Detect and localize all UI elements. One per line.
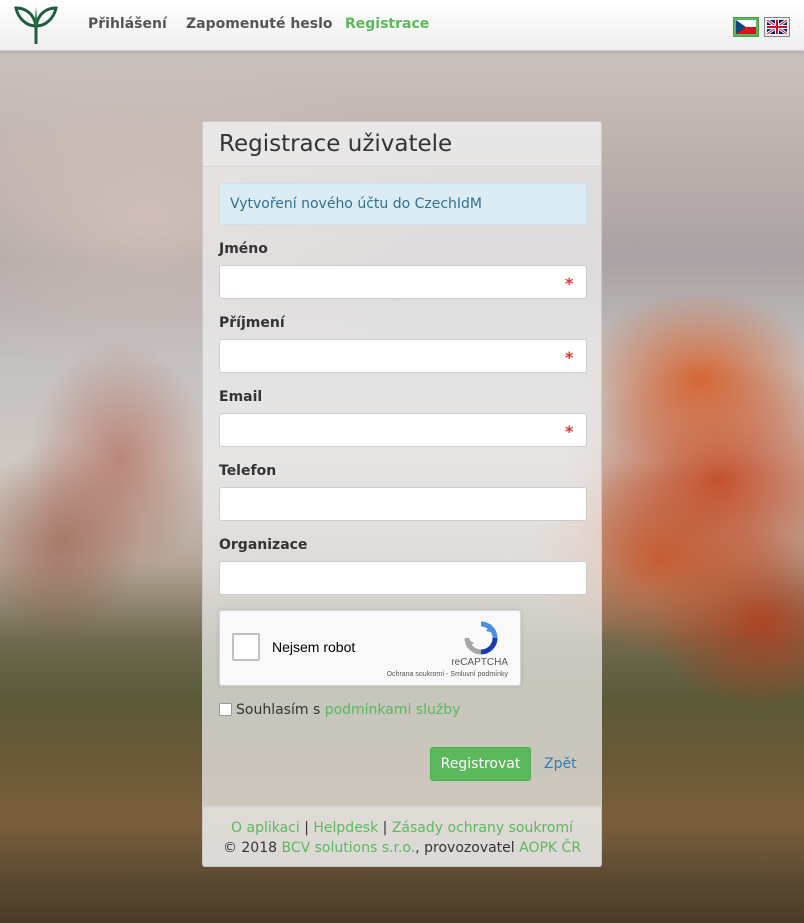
first-name-label: Jméno xyxy=(219,241,268,257)
vendor-link[interactable]: BCV solutions s.r.o. xyxy=(281,840,415,856)
page-title: Registrace uživatele xyxy=(219,131,453,157)
copyright-text: © 2018 xyxy=(222,840,282,856)
recaptcha-brand: reCAPTCHA xyxy=(451,657,508,668)
recaptcha-logo-icon xyxy=(464,621,498,655)
phone-label: Telefon xyxy=(219,463,277,479)
back-link[interactable]: Zpět xyxy=(544,747,577,781)
operator-link[interactable]: AOPK ČR xyxy=(519,840,581,856)
about-link[interactable]: O aplikaci xyxy=(231,820,300,836)
registration-panel: Registrace uživatele Vytvoření nového úč… xyxy=(202,121,602,867)
last-name-label: Příjmení xyxy=(219,315,285,331)
recaptcha-checkbox[interactable] xyxy=(232,633,260,661)
footer-separator: | xyxy=(304,820,309,836)
top-navbar: Přihlášení Zapomenuté heslo Registrace xyxy=(0,0,804,51)
nav-forgot-password-link[interactable]: Zapomenuté heslo xyxy=(186,16,333,32)
recaptcha-label: Nejsem robot xyxy=(272,639,356,655)
operator-prefix: , provozovatel xyxy=(415,840,520,856)
terms-agreement: Souhlasím s podmínkami služby xyxy=(219,702,460,722)
required-marker: * xyxy=(565,348,574,367)
last-name-input[interactable] xyxy=(219,339,587,373)
footer-copyright: © 2018 BCV solutions s.r.o., provozovate… xyxy=(203,838,601,858)
terms-link[interactable]: podmínkami služby xyxy=(325,702,461,718)
organization-input[interactable] xyxy=(219,561,587,595)
panel-heading: Registrace uživatele xyxy=(203,122,601,167)
email-label: Email xyxy=(219,389,263,405)
recaptcha-widget: Nejsem robot reCAPTCHA Ochrana soukromí … xyxy=(219,610,521,686)
czech-flag-icon[interactable] xyxy=(733,17,759,37)
privacy-link[interactable]: Zásady ochrany soukromí xyxy=(392,820,573,836)
nav-registration-link[interactable]: Registrace xyxy=(345,16,429,32)
helpdesk-link[interactable]: Helpdesk xyxy=(313,820,378,836)
info-alert: Vytvoření nového účtu do CzechIdM xyxy=(219,183,587,225)
uk-flag-icon[interactable] xyxy=(764,17,790,37)
terms-checkbox[interactable] xyxy=(219,703,232,716)
required-marker: * xyxy=(565,422,574,441)
register-button[interactable]: Registrovat xyxy=(430,747,531,781)
recaptcha-terms-link[interactable]: Ochrana soukromí - Smluvní podmínky xyxy=(387,671,508,678)
footer-separator: | xyxy=(382,820,388,836)
email-input[interactable] xyxy=(219,413,587,447)
first-name-input[interactable] xyxy=(219,265,587,299)
footer-links: O aplikaci | Helpdesk | Zásady ochrany s… xyxy=(203,818,601,838)
phone-input[interactable] xyxy=(219,487,587,521)
app-logo-icon[interactable] xyxy=(12,4,60,46)
nav-login-link[interactable]: Přihlášení xyxy=(88,16,167,32)
required-marker: * xyxy=(565,274,574,293)
panel-footer: O aplikaci | Helpdesk | Zásady ochrany s… xyxy=(203,806,601,866)
organization-label: Organizace xyxy=(219,537,308,553)
terms-prefix: Souhlasím s xyxy=(236,702,325,718)
